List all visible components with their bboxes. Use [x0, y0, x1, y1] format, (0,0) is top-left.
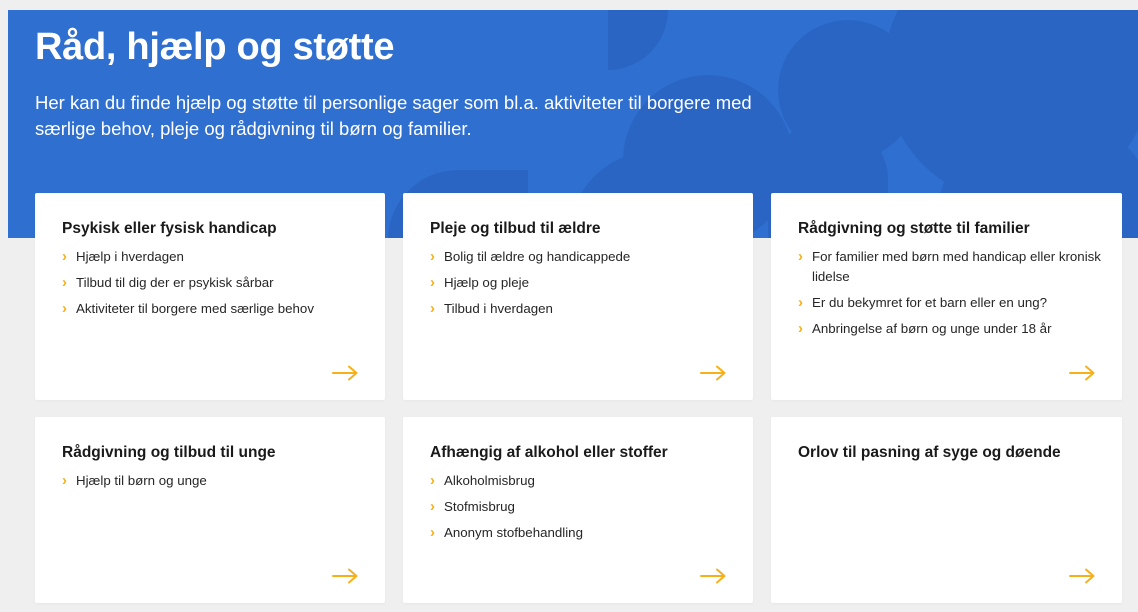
- chevron-right-icon: ›: [798, 294, 803, 311]
- card-link-list: › Alkoholmisbrug › Stofmisbrug › Anonym stofb…: [430, 471, 733, 543]
- chevron-right-icon: ›: [798, 320, 803, 337]
- chevron-right-icon: ›: [430, 472, 435, 489]
- card-link-label: For familier med børn med handicap eller…: [812, 249, 1101, 284]
- card-link-label: Hjælp og pleje: [444, 275, 530, 290]
- card-link-label: Hjælp i hverdagen: [76, 249, 184, 264]
- card-link[interactable]: › Hjælp til børn og unge: [62, 471, 365, 491]
- card-aeldre[interactable]: Pleje og tilbud til ældre › Bolig til ældr…: [403, 193, 753, 400]
- arrow-right-icon[interactable]: [1069, 365, 1095, 381]
- card-misbrug[interactable]: Afhængig af alkohol eller stoffer › Alkoho…: [403, 417, 753, 603]
- card-link[interactable]: › Stofmisbrug: [430, 497, 733, 517]
- card-link-list: › Hjælp i hverdagen › Tilbud til dig der er…: [62, 247, 365, 319]
- card-link[interactable]: › For familier med børn med handicap elle…: [798, 247, 1102, 287]
- card-link[interactable]: › Tilbud til dig der er psykisk sårbar: [62, 273, 365, 293]
- chevron-right-icon: ›: [430, 498, 435, 515]
- chevron-right-icon: ›: [430, 524, 435, 541]
- card-title[interactable]: Rådgivning og støtte til familier: [798, 220, 1102, 238]
- chevron-right-icon: ›: [430, 248, 435, 265]
- card-link-list: › Hjælp til børn og unge: [62, 471, 365, 491]
- card-link-label: Er du bekymret for et barn eller en ung?: [812, 295, 1048, 310]
- card-link[interactable]: › Aktiviteter til borgere med særlige beh…: [62, 299, 365, 319]
- chevron-right-icon: ›: [62, 274, 67, 291]
- card-link-label: Anbringelse af børn og unge under 18 år: [812, 321, 1052, 336]
- chevron-right-icon: ›: [62, 300, 67, 317]
- page-description: Her kan du finde hjælp og støtte til per…: [35, 92, 752, 139]
- card-link-label: Aktiviteter til borgere med særlige beho…: [76, 301, 314, 316]
- card-handicap[interactable]: Psykisk eller fysisk handicap › Hjælp i hv…: [35, 193, 385, 400]
- card-link-label: Tilbud til dig der er psykisk sårbar: [76, 275, 274, 290]
- card-link[interactable]: › Er du bekymret for et barn eller en ung…: [798, 293, 1102, 313]
- chevron-right-icon: ›: [62, 472, 67, 489]
- arrow-right-icon[interactable]: [700, 568, 726, 584]
- card-link-label: Hjælp til børn og unge: [76, 473, 207, 488]
- card-link-label: Alkoholmisbrug: [444, 473, 535, 488]
- arrow-right-icon[interactable]: [332, 568, 358, 584]
- card-link[interactable]: › Bolig til ældre og handicappede: [430, 247, 733, 267]
- card-title[interactable]: Afhængig af alkohol eller stoffer: [430, 444, 733, 462]
- card-link[interactable]: › Hjælp og pleje: [430, 273, 733, 293]
- card-familier[interactable]: Rådgivning og støtte til familier › For fa…: [771, 193, 1122, 400]
- card-link[interactable]: › Tilbud i hverdagen: [430, 299, 733, 319]
- card-title[interactable]: Psykisk eller fysisk handicap: [62, 220, 365, 238]
- card-grid: Psykisk eller fysisk handicap › Hjælp i hv…: [35, 193, 1122, 603]
- page-title: Råd, hjælp og støtte: [35, 26, 395, 68]
- card-link[interactable]: › Anonym stofbehandling: [430, 523, 733, 543]
- card-title[interactable]: Orlov til pasning af syge og døende: [798, 444, 1102, 462]
- card-link-list: › Bolig til ældre og handicappede › Hjælp o…: [430, 247, 733, 319]
- card-link-list: › For familier med børn med handicap elle…: [798, 247, 1102, 339]
- card-link-label: Tilbud i hverdagen: [444, 301, 553, 316]
- arrow-right-icon[interactable]: [700, 365, 726, 381]
- chevron-right-icon: ›: [430, 300, 435, 317]
- card-unge[interactable]: Rådgivning og tilbud til unge › Hjælp til …: [35, 417, 385, 603]
- card-link-label: Anonym stofbehandling: [444, 525, 583, 540]
- arrow-right-icon[interactable]: [332, 365, 358, 381]
- card-link[interactable]: › Hjælp i hverdagen: [62, 247, 365, 267]
- chevron-right-icon: ›: [798, 248, 803, 265]
- card-link-label: Stofmisbrug: [444, 499, 515, 514]
- card-link-label: Bolig til ældre og handicappede: [444, 249, 631, 264]
- card-link[interactable]: › Alkoholmisbrug: [430, 471, 733, 491]
- card-title[interactable]: Pleje og tilbud til ældre: [430, 220, 733, 238]
- card-orlov[interactable]: Orlov til pasning af syge og døende: [771, 417, 1122, 603]
- card-title[interactable]: Rådgivning og tilbud til unge: [62, 444, 365, 462]
- card-link[interactable]: › Anbringelse af børn og unge under 18 år: [798, 319, 1102, 339]
- chevron-right-icon: ›: [430, 274, 435, 291]
- arrow-right-icon[interactable]: [1069, 568, 1095, 584]
- chevron-right-icon: ›: [62, 248, 67, 265]
